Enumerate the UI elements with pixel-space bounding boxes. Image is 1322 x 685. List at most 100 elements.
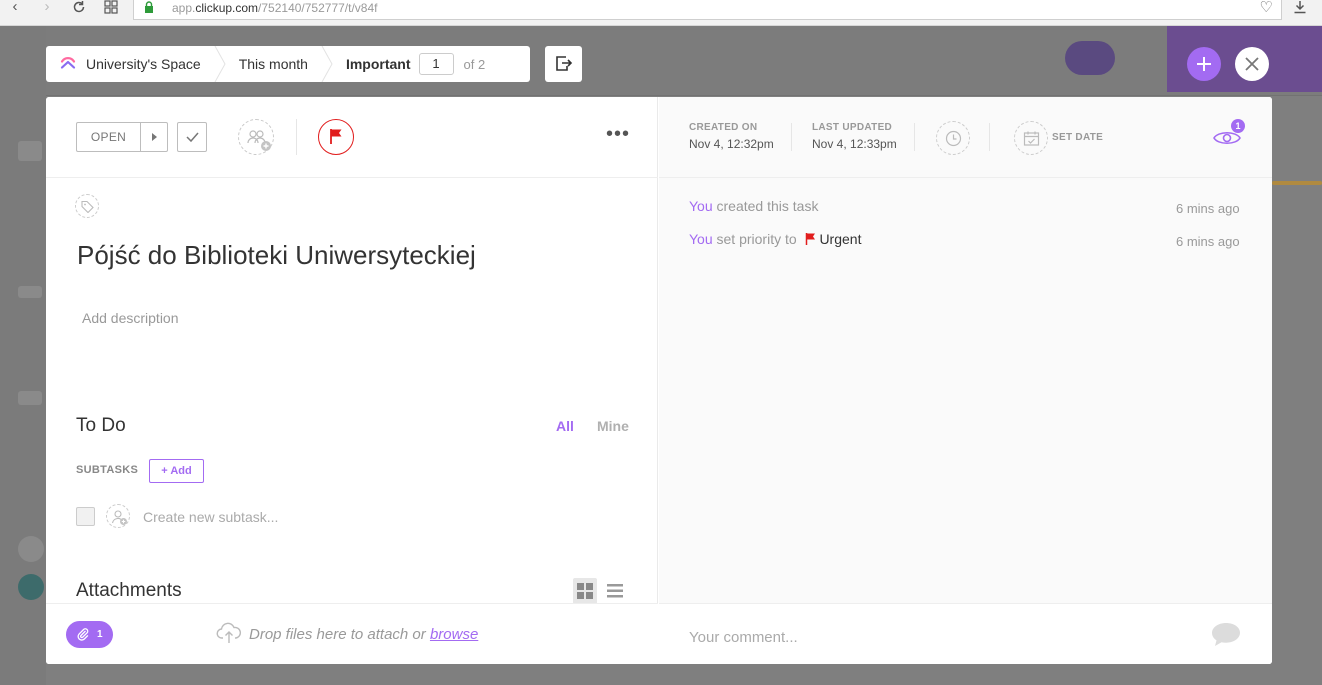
- more-options-button[interactable]: •••: [606, 124, 630, 144]
- urgent-flag-icon: [805, 233, 815, 245]
- task-details-pane: OPEN ••• Pójść do Biblioteki Uniwersytec…: [46, 97, 658, 664]
- comment-footer: Your comment...: [659, 603, 1272, 664]
- task-modal: OPEN ••• Pójść do Biblioteki Uniwersytec…: [46, 97, 1272, 664]
- todo-section-title: To Do: [76, 415, 126, 436]
- flag-icon: [330, 129, 342, 144]
- new-subtask-input[interactable]: Create new subtask...: [143, 509, 278, 525]
- subtask-assignee-button[interactable]: [106, 504, 130, 528]
- watchers-count-badge: 1: [1231, 119, 1245, 133]
- attachments-title: Attachments: [76, 580, 182, 601]
- add-new-button[interactable]: [1187, 47, 1221, 81]
- list-icon: [607, 584, 623, 598]
- subtask-checkbox[interactable]: [76, 507, 95, 526]
- close-modal-button[interactable]: [1235, 47, 1269, 81]
- filter-mine-tab[interactable]: Mine: [597, 418, 629, 434]
- priority-button[interactable]: [318, 119, 354, 155]
- chevron-right-icon: [321, 46, 333, 82]
- attachment-count-badge[interactable]: 1: [66, 621, 113, 648]
- activity-time: 6 mins ago: [1176, 234, 1240, 249]
- add-subtask-button[interactable]: + Add: [149, 459, 204, 483]
- external-link-icon: [556, 56, 573, 71]
- plus-icon: [1197, 57, 1211, 71]
- activity-item: You set priority to Urgent: [689, 231, 861, 247]
- breadcrumb-list-label: This month: [238, 56, 308, 72]
- status-label: OPEN: [77, 123, 141, 151]
- browse-link[interactable]: browse: [430, 626, 478, 643]
- activity-text: created this task: [712, 198, 819, 214]
- grid-icon: [577, 583, 593, 599]
- chevron-right-icon: [214, 46, 226, 82]
- url-text: app.clickup.com/752140/752777/t/v84f: [172, 1, 378, 15]
- breadcrumb-space[interactable]: University's Space: [46, 46, 213, 82]
- set-date-button[interactable]: [1014, 121, 1048, 155]
- status-button[interactable]: OPEN: [76, 122, 168, 152]
- background-text: [18, 141, 42, 161]
- time-tracker-button[interactable]: [936, 121, 970, 155]
- tag-icon: [81, 200, 94, 213]
- download-icon[interactable]: [1293, 0, 1307, 14]
- drop-zone-text[interactable]: Drop files here to attach or browse: [249, 626, 478, 643]
- heart-icon[interactable]: ♡: [1260, 0, 1273, 15]
- set-date-label[interactable]: SET DATE: [1052, 132, 1103, 143]
- subtasks-label: SUBTASKS: [76, 464, 139, 476]
- address-bar[interactable]: app.clickup.com/752140/752777/t/v84f ♡: [133, 0, 1282, 20]
- calendar-icon: [1023, 131, 1040, 146]
- comment-bubble-icon[interactable]: [1210, 620, 1242, 648]
- activity-item: You created this task: [689, 198, 818, 214]
- description-input[interactable]: Add description: [82, 310, 179, 326]
- clock-icon: [945, 130, 962, 147]
- grid-view-button[interactable]: [573, 578, 597, 604]
- check-icon: [186, 132, 199, 143]
- list-view-button[interactable]: [603, 578, 627, 604]
- breadcrumb-view[interactable]: Important 1 of 2: [334, 46, 497, 82]
- open-in-new-button[interactable]: [545, 46, 582, 82]
- background-avatar: [18, 536, 44, 562]
- complete-button[interactable]: [177, 122, 207, 152]
- activity-pane: CREATED ON Nov 4, 12:32pm LAST UPDATED N…: [659, 97, 1272, 664]
- breadcrumb-space-label: University's Space: [86, 56, 201, 72]
- attachments-footer: 1 Drop files here to attach or browse: [46, 603, 658, 664]
- meta-divider: [791, 123, 792, 151]
- created-on-label: CREATED ON: [689, 122, 758, 133]
- assignees-icon: [247, 130, 271, 151]
- back-icon[interactable]: ‹: [6, 0, 24, 18]
- meta-divider: [914, 123, 915, 151]
- activity-priority-value: Urgent: [819, 231, 862, 247]
- clickup-logo-icon: [60, 57, 76, 69]
- reload-icon[interactable]: [72, 0, 86, 14]
- forward-icon[interactable]: ›: [38, 0, 56, 18]
- paperclip-icon: [77, 628, 89, 641]
- browser-toolbar: ‹ › app.clickup.com/752140/752777/t/v84f…: [0, 0, 1322, 26]
- task-meta-bar: CREATED ON Nov 4, 12:32pm LAST UPDATED N…: [659, 97, 1272, 178]
- task-title[interactable]: Pójść do Biblioteki Uniwersyteckiej: [77, 240, 476, 271]
- filter-all-tab[interactable]: All: [556, 418, 574, 434]
- last-updated-label: LAST UPDATED: [812, 122, 893, 133]
- add-user-icon: [111, 510, 127, 525]
- activity-time: 6 mins ago: [1176, 201, 1240, 216]
- background-avatar: [18, 574, 44, 600]
- breadcrumb-list[interactable]: This month: [227, 46, 320, 82]
- created-on-value: Nov 4, 12:32pm: [689, 137, 774, 151]
- comment-input[interactable]: Your comment...: [689, 629, 798, 646]
- close-icon: [1245, 57, 1259, 71]
- page-number-input[interactable]: 1: [418, 53, 454, 75]
- activity-text: set priority to: [712, 231, 801, 247]
- last-updated-value: Nov 4, 12:33pm: [812, 137, 897, 151]
- cloud-upload-icon: [216, 622, 242, 643]
- caret-right-icon[interactable]: [141, 123, 167, 151]
- background-progress: [1272, 181, 1322, 185]
- drop-zone-label: Drop files here to attach or: [249, 626, 430, 643]
- tag-button[interactable]: [75, 194, 99, 218]
- toolbar-divider: [296, 119, 297, 155]
- background-avatar-group: [1065, 41, 1115, 75]
- meta-divider: [989, 123, 990, 151]
- attachment-count: 1: [97, 629, 103, 640]
- lock-icon: [145, 1, 153, 13]
- apps-grid-icon[interactable]: [104, 0, 118, 14]
- activity-actor[interactable]: You: [689, 198, 713, 214]
- page-total: of 2: [463, 56, 486, 72]
- assignee-button[interactable]: [238, 119, 274, 155]
- activity-actor[interactable]: You: [689, 231, 713, 247]
- breadcrumb-view-label: Important: [345, 56, 411, 72]
- breadcrumb: University's Space This month Important …: [46, 46, 530, 82]
